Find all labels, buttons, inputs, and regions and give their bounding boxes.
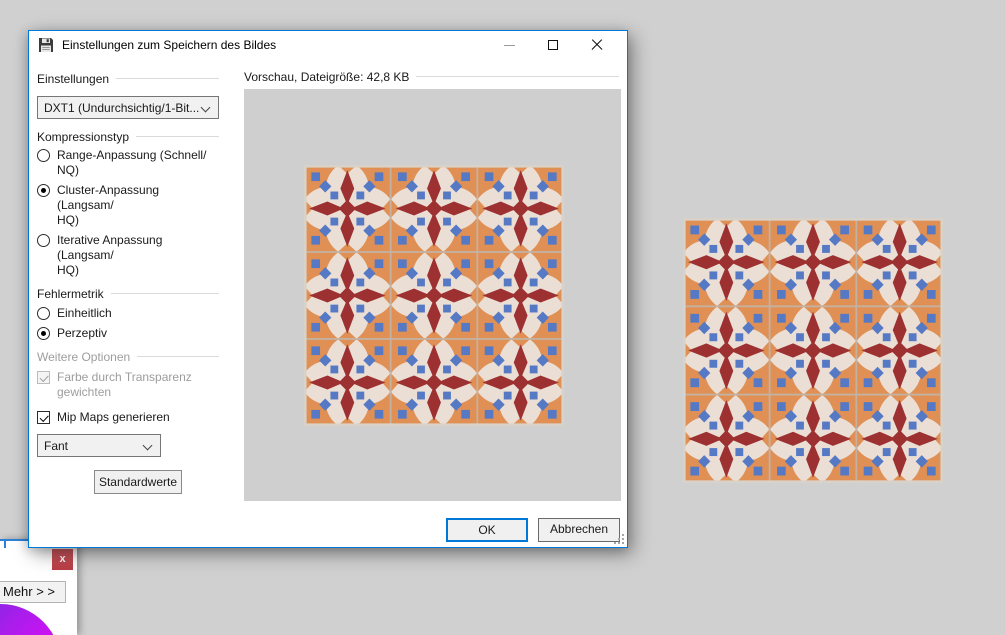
preview-pane	[244, 89, 621, 501]
popup-more-button[interactable]: Mehr > >	[0, 581, 66, 603]
checkbox-label-line2: gewichten	[57, 385, 111, 399]
radio-label-line1: Range-Anpassung (Schnell/	[57, 148, 206, 162]
radio-label-line2: HQ)	[57, 263, 79, 277]
preview-tile-image	[304, 165, 564, 426]
background-popup-window: x Mehr > >	[0, 539, 77, 635]
radio-label: Iterative Anpassung (Langsam/HQ)	[57, 233, 219, 278]
group-settings-label: Einstellungen	[37, 72, 109, 86]
dialog-title: Einstellungen zum Speichern des Bildes	[62, 38, 276, 52]
checkbox-weight-by-transparency: Farbe durch Transparenzgewichten	[37, 370, 219, 400]
group-rule	[136, 136, 219, 137]
popup-border-tick	[4, 541, 6, 548]
maximize-button[interactable]	[531, 31, 575, 59]
radio-icon[interactable]	[37, 307, 50, 320]
radio-label-line1: Cluster-Anpassung (Langsam/	[57, 183, 159, 212]
format-dropdown[interactable]: DXT1 (Undurchsichtig/1-Bit...	[37, 96, 219, 119]
radio-icon[interactable]	[37, 149, 50, 162]
ok-button[interactable]: OK	[446, 518, 528, 542]
popup-gradient-circle	[0, 604, 61, 635]
minimize-icon	[504, 45, 515, 46]
radio-cluster-adjustment[interactable]: Cluster-Anpassung (Langsam/HQ)	[37, 183, 219, 228]
popup-close-button[interactable]: x	[52, 549, 73, 570]
radio-uniform[interactable]: Einheitlich	[37, 306, 219, 321]
chevron-down-icon	[143, 441, 153, 451]
group-rule	[111, 293, 219, 294]
dialog-titlebar[interactable]: Einstellungen zum Speichern des Bildes	[29, 31, 627, 59]
close-button[interactable]	[575, 31, 619, 59]
save-floppy-icon	[38, 37, 54, 53]
resize-grip[interactable]	[612, 532, 625, 545]
radio-label-line1: Iterative Anpassung (Langsam/	[57, 233, 162, 262]
radio-icon[interactable]	[37, 234, 50, 247]
group-compression-label: Kompressionstyp	[37, 130, 129, 144]
radio-iterative-adjustment[interactable]: Iterative Anpassung (Langsam/HQ)	[37, 233, 219, 278]
radio-label-line2: HQ)	[57, 213, 79, 227]
group-more-options: Weitere Optionen	[37, 349, 219, 364]
group-error-metric-label: Fehlermetrik	[37, 287, 104, 301]
radio-icon[interactable]	[37, 184, 50, 197]
group-rule	[116, 78, 219, 79]
save-settings-dialog: Einstellungen zum Speichern des Bildes E…	[28, 30, 628, 548]
radio-label: Cluster-Anpassung (Langsam/HQ)	[57, 183, 219, 228]
checkbox-label: Farbe durch Transparenzgewichten	[57, 370, 192, 400]
checkbox-generate-mipmaps[interactable]: Mip Maps generieren	[37, 410, 219, 425]
group-error-metric: Fehlermetrik	[37, 286, 219, 301]
radio-label: Einheitlich	[57, 306, 112, 321]
radio-label-line2: NQ)	[57, 163, 79, 177]
checkbox-icon	[37, 371, 50, 384]
cancel-button[interactable]: Abbrechen	[538, 518, 620, 542]
group-compression: Kompressionstyp	[37, 129, 219, 144]
radio-range-adjustment[interactable]: Range-Anpassung (Schnell/NQ)	[37, 148, 219, 178]
group-rule	[416, 76, 619, 77]
desktop-tile-image	[683, 218, 943, 483]
format-dropdown-value: DXT1 (Undurchsichtig/1-Bit...	[44, 101, 199, 115]
defaults-button[interactable]: Standardwerte	[94, 470, 182, 494]
group-rule	[137, 356, 219, 357]
radio-label: Perzeptiv	[57, 326, 107, 341]
group-settings: Einstellungen	[37, 71, 219, 86]
preview-label: Vorschau, Dateigröße: 42,8 KB	[244, 70, 409, 84]
close-icon	[591, 39, 603, 51]
radio-perceptual[interactable]: Perzeptiv	[37, 326, 219, 341]
checkbox-label: Mip Maps generieren	[57, 410, 170, 425]
group-more-options-label: Weitere Optionen	[37, 350, 130, 364]
mipmap-filter-value: Fant	[44, 439, 68, 453]
mipmap-filter-dropdown[interactable]: Fant	[37, 434, 161, 457]
checkbox-label-line1: Farbe durch Transparenz	[57, 370, 192, 384]
settings-column: Einstellungen DXT1 (Undurchsichtig/1-Bit…	[37, 59, 219, 494]
minimize-button[interactable]	[487, 31, 531, 59]
chevron-down-icon	[201, 103, 211, 113]
radio-label: Range-Anpassung (Schnell/NQ)	[57, 148, 206, 178]
preview-header: Vorschau, Dateigröße: 42,8 KB	[244, 69, 619, 84]
checkbox-icon[interactable]	[37, 411, 50, 424]
radio-icon[interactable]	[37, 327, 50, 340]
maximize-icon	[548, 40, 558, 50]
